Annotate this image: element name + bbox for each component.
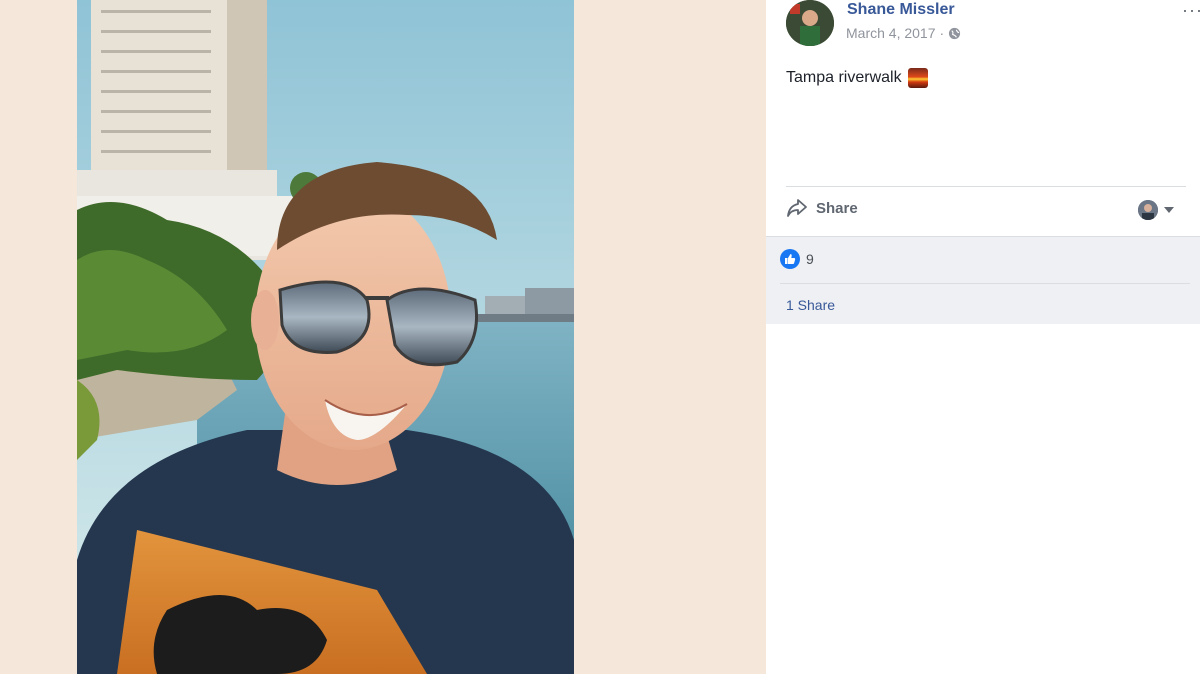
share-button[interactable]: Share	[786, 198, 858, 218]
like-icon	[780, 249, 800, 269]
shares-count-link[interactable]: 1 Share	[786, 297, 835, 313]
more-options-button[interactable]: ···	[1182, 0, 1200, 21]
post-header: Shane Missler March 4, 2017 · ···	[786, 0, 1200, 52]
meta-separator: ·	[939, 25, 945, 41]
post-meta: March 4, 2017 ·	[846, 25, 961, 41]
author-name-link[interactable]: Shane Missler	[847, 1, 955, 19]
photo-viewer	[0, 0, 766, 674]
post-actions: Share	[786, 192, 1186, 228]
globe-icon	[949, 27, 961, 39]
share-arrow-icon	[787, 199, 807, 217]
selfie-photo-image	[77, 0, 574, 674]
post-date[interactable]: March 4, 2017	[846, 25, 936, 41]
post-sidebar: Shane Missler March 4, 2017 · ··· Tampa …	[766, 0, 1200, 674]
chevron-down-icon	[1164, 207, 1174, 213]
post-message: Tampa riverwalk	[786, 68, 928, 88]
post-message-text: Tampa riverwalk	[786, 69, 902, 86]
post-feedback: 9 1 Share	[766, 236, 1200, 324]
divider	[780, 283, 1190, 284]
viewer-avatar-icon	[1138, 200, 1158, 220]
sunset-emoji-icon	[907, 68, 928, 88]
divider	[786, 186, 1186, 187]
post-photo[interactable]	[77, 0, 574, 674]
author-avatar[interactable]	[786, 0, 834, 46]
reaction-count: 9	[806, 251, 814, 267]
share-button-label: Share	[816, 199, 858, 217]
viewer-selector[interactable]	[1138, 200, 1174, 220]
reactions-summary[interactable]: 9	[780, 249, 814, 269]
